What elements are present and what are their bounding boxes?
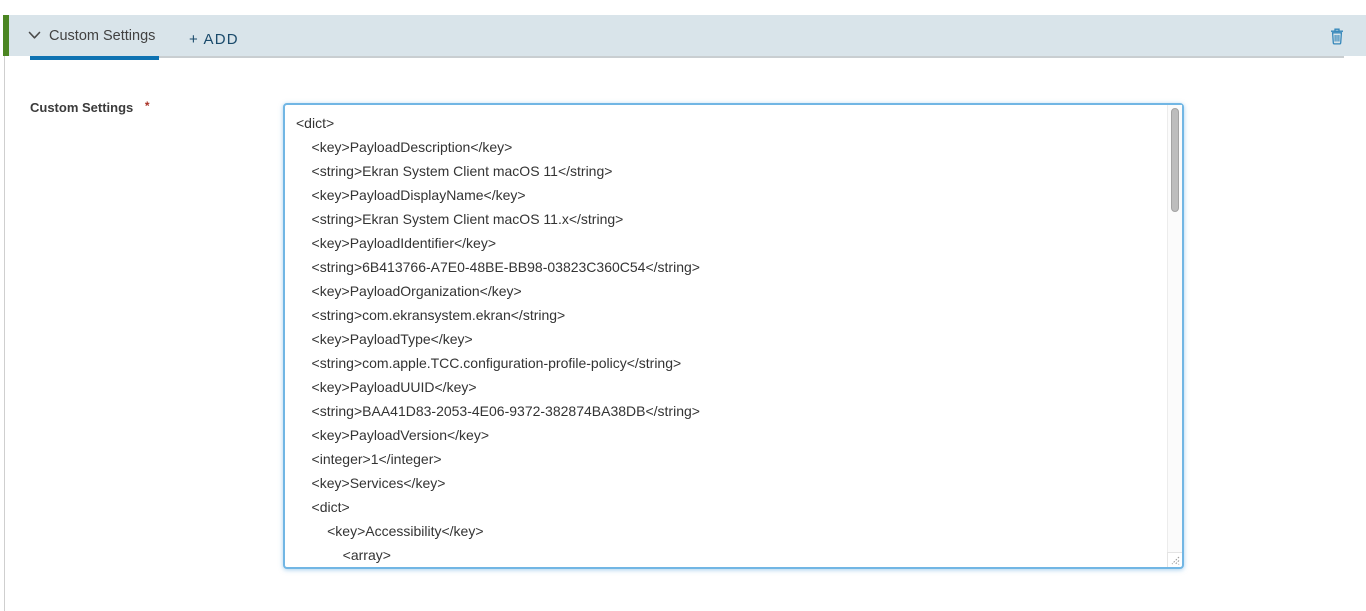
panel-left-border — [4, 15, 5, 611]
custom-settings-payload-panel: Custom Settings + ADD Custom Settings * … — [0, 0, 1366, 611]
resize-grip-icon[interactable] — [1167, 552, 1182, 567]
custom-settings-field-label: Custom Settings * — [30, 100, 150, 115]
field-label-text: Custom Settings — [30, 100, 133, 115]
custom-settings-editor[interactable]: <dict> <key>PayloadDescription</key> <st… — [283, 103, 1184, 569]
editor-scrollbar-thumb[interactable] — [1171, 108, 1179, 212]
tab-bar: Custom Settings + ADD — [9, 15, 1366, 56]
add-button[interactable]: + ADD — [185, 15, 243, 56]
xml-plist-content[interactable]: <dict> <key>PayloadDescription</key> <st… — [285, 105, 1182, 567]
tab-bar-divider — [159, 56, 1344, 58]
active-tab-underline — [30, 56, 159, 60]
required-asterisk: * — [145, 99, 150, 113]
trash-icon[interactable] — [1328, 26, 1346, 46]
tab-label: Custom Settings — [49, 28, 155, 44]
editor-scrollbar-track[interactable] — [1167, 105, 1182, 552]
tab-custom-settings[interactable]: Custom Settings — [28, 15, 155, 56]
chevron-down-icon — [28, 31, 41, 40]
